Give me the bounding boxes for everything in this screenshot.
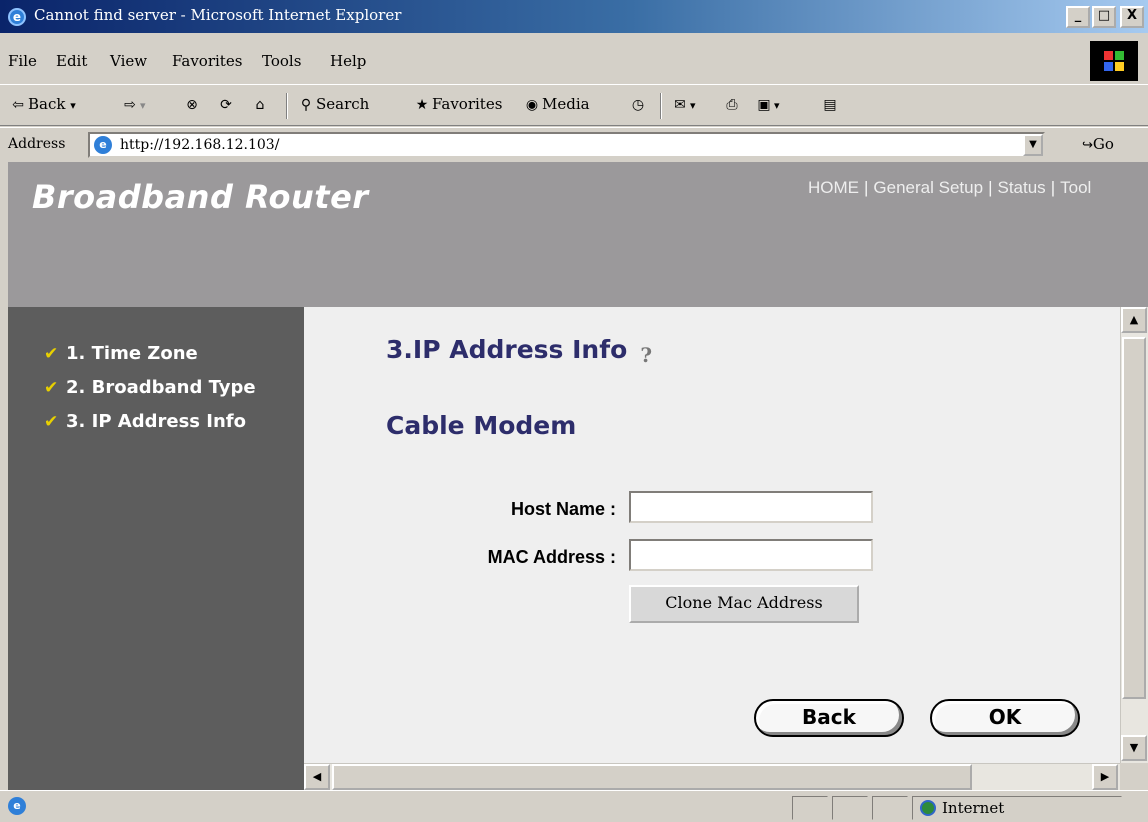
ok-button[interactable]: OK xyxy=(930,699,1080,737)
menu-file[interactable]: File xyxy=(8,52,37,70)
window-title: Cannot find server - Microsoft Internet … xyxy=(34,6,402,24)
nav-home[interactable]: HOME xyxy=(808,178,859,197)
subtitle: Cable Modem xyxy=(386,411,577,440)
chevron-down-icon: ▾ xyxy=(140,99,146,112)
mac-address-input[interactable] xyxy=(629,539,873,571)
nav-status[interactable]: Status xyxy=(997,178,1045,197)
toolbar-separator xyxy=(286,93,288,119)
print-button[interactable]: ⎙ xyxy=(722,95,742,115)
address-input[interactable]: e http://192.168.12.103/ ▼ xyxy=(88,132,1045,158)
favorites-icon: ★ xyxy=(415,97,429,113)
help-icon[interactable]: ? xyxy=(631,341,661,369)
windows-logo-icon xyxy=(1090,41,1138,81)
ie-icon: e xyxy=(8,797,26,815)
globe-icon xyxy=(920,800,936,816)
address-bar: Address e http://192.168.12.103/ ▼ ↪Go xyxy=(0,127,1148,161)
close-button[interactable]: X xyxy=(1120,6,1144,28)
title-bar: e Cannot find server - Microsoft Interne… xyxy=(0,0,1148,34)
discuss-button[interactable]: ▤ xyxy=(820,95,840,115)
favorites-button[interactable]: ★ Favorites xyxy=(412,95,503,115)
maximize-button[interactable]: □ xyxy=(1092,6,1116,28)
horizontal-scrollbar[interactable]: ◀ ▶ xyxy=(304,763,1120,790)
search-button[interactable]: ⚲ Search xyxy=(296,95,369,115)
scroll-down-icon[interactable]: ▼ xyxy=(1121,735,1147,761)
vertical-scrollbar[interactable]: ▲ ▼ xyxy=(1120,307,1148,763)
chevron-down-icon[interactable]: ▼ xyxy=(1023,134,1043,156)
menu-bar: File Edit View Favorites Tools Help xyxy=(0,40,1148,82)
top-nav: HOME | General Setup | Status | Tool xyxy=(808,178,1092,197)
section-title: 3.IP Address Info? xyxy=(386,335,661,369)
menu-view[interactable]: View xyxy=(110,52,147,70)
back-button[interactable]: ⇦ Back ▾ xyxy=(8,95,76,115)
mail-icon: ✉ xyxy=(674,97,686,113)
toolbar: ⇦ Back ▾ ⇨ ▾ ⊗ ⟳ ⌂ ⚲ Search ★ Favorites ◉ Med… xyxy=(0,84,1148,126)
security-zone: Internet xyxy=(920,799,1004,817)
scroll-thumb[interactable] xyxy=(332,764,972,790)
sidebar-item-ip-address-info[interactable]: ✔ 3. IP Address Info xyxy=(44,411,246,432)
sidebar-item-time-zone[interactable]: ✔ 1. Time Zone xyxy=(44,343,198,364)
host-name-input[interactable] xyxy=(629,491,873,523)
go-button[interactable]: ↪Go xyxy=(1082,135,1114,153)
brand-title: Broadband Router xyxy=(32,178,369,216)
address-url[interactable]: http://192.168.12.103/ xyxy=(120,137,279,153)
scroll-left-icon[interactable]: ◀ xyxy=(304,764,330,790)
status-panel xyxy=(872,796,908,820)
menu-help[interactable]: Help xyxy=(330,52,366,70)
nav-tool[interactable]: Tool xyxy=(1060,178,1091,197)
menu-favorites[interactable]: Favorites xyxy=(172,52,242,70)
back-button[interactable]: Back xyxy=(754,699,904,737)
mail-button[interactable]: ✉ ▾ xyxy=(670,95,696,115)
minimize-button[interactable]: _ xyxy=(1066,6,1090,28)
edit-icon: ▣ xyxy=(757,97,771,113)
back-icon: ⇦ xyxy=(12,97,24,113)
home-icon: ⌂ xyxy=(255,97,265,113)
chevron-down-icon: ▾ xyxy=(690,99,696,112)
nav-general-setup[interactable]: General Setup xyxy=(873,178,983,197)
stop-button[interactable]: ⊗ xyxy=(182,95,202,115)
home-button[interactable]: ⌂ xyxy=(250,95,270,115)
history-button[interactable]: ◷ xyxy=(628,95,648,115)
sidebar-item-broadband-type[interactable]: ✔ 2. Broadband Type xyxy=(44,377,256,398)
status-panel xyxy=(832,796,868,820)
refresh-icon: ⟳ xyxy=(220,97,232,113)
discuss-icon: ▤ xyxy=(823,97,837,113)
address-label: Address xyxy=(8,136,66,152)
checkmark-icon: ✔ xyxy=(44,344,59,364)
search-icon: ⚲ xyxy=(300,97,312,113)
scroll-corner xyxy=(1120,763,1148,790)
page-header: Broadband Router HOME | General Setup | Stat… xyxy=(8,162,1148,307)
scroll-right-icon[interactable]: ▶ xyxy=(1092,764,1118,790)
sidebar: ✔ 1. Time Zone ✔ 2. Broadband Type ✔ 3. IP … xyxy=(8,307,304,790)
clone-mac-address-button[interactable]: Clone Mac Address xyxy=(629,585,859,623)
host-name-label: Host Name : xyxy=(510,499,616,519)
status-panel xyxy=(792,796,828,820)
ie-icon[interactable]: e xyxy=(8,8,26,26)
menu-tools[interactable]: Tools xyxy=(262,52,301,70)
checkmark-icon: ✔ xyxy=(44,412,59,432)
go-arrow-icon: ↪ xyxy=(1082,138,1093,153)
checkmark-icon: ✔ xyxy=(44,378,59,398)
menu-edit[interactable]: Edit xyxy=(56,52,87,70)
status-bar: e Internet xyxy=(0,790,1148,822)
scroll-thumb[interactable] xyxy=(1122,337,1146,699)
edit-button[interactable]: ▣ ▾ xyxy=(754,95,780,115)
toolbar-separator xyxy=(660,93,662,119)
scroll-up-icon[interactable]: ▲ xyxy=(1121,307,1147,333)
page-viewport: Broadband Router HOME | General Setup | Stat… xyxy=(8,162,1148,790)
forward-button[interactable]: ⇨ ▾ xyxy=(120,95,146,115)
ie-icon: e xyxy=(94,136,112,154)
chevron-down-icon: ▾ xyxy=(774,99,780,112)
chevron-down-icon: ▾ xyxy=(70,99,76,112)
media-icon: ◉ xyxy=(525,97,539,113)
history-icon: ◷ xyxy=(631,97,645,113)
print-icon: ⎙ xyxy=(726,97,738,113)
forward-icon: ⇨ xyxy=(124,97,136,113)
refresh-button[interactable]: ⟳ xyxy=(216,95,236,115)
stop-icon: ⊗ xyxy=(186,97,198,113)
main-content: 3.IP Address Info? Cable Modem Host Name… xyxy=(304,307,1120,763)
mac-address-label: MAC Address : xyxy=(487,547,616,567)
media-button[interactable]: ◉ Media xyxy=(522,95,590,115)
